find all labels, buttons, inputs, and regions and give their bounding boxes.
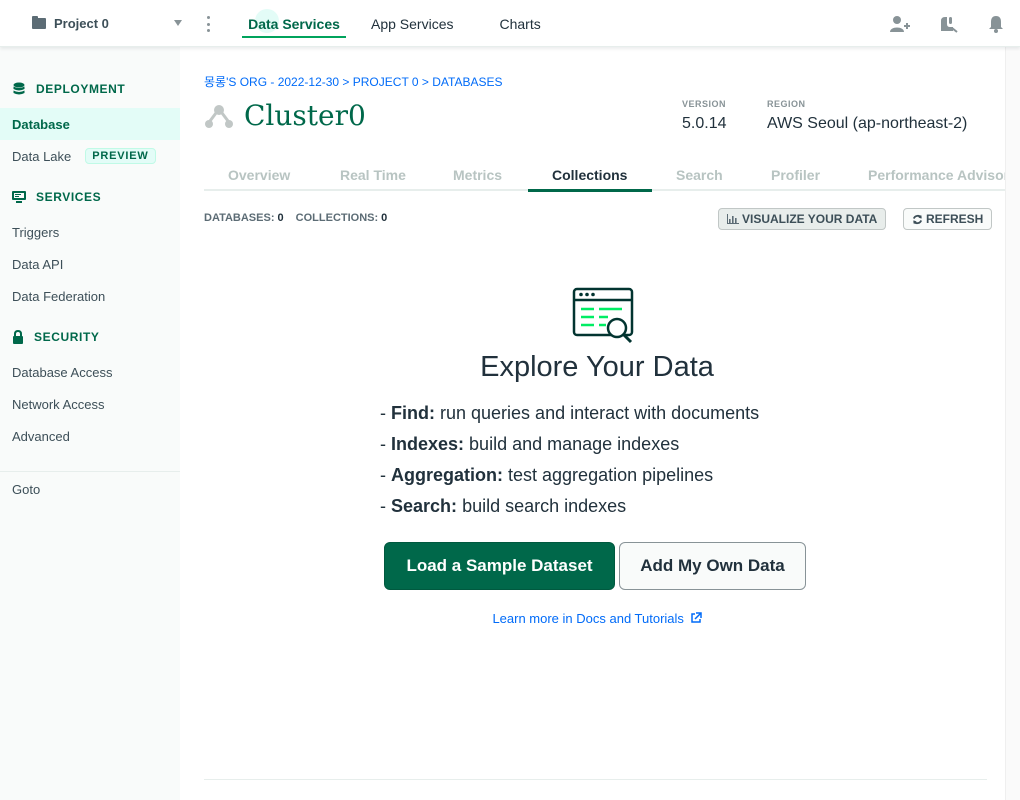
feature-text: test aggregation pipelines — [508, 465, 714, 485]
bar-chart-icon — [727, 214, 739, 224]
tab-app-services[interactable]: App Services — [371, 0, 453, 47]
cluster-icon — [205, 104, 233, 128]
feature-term: Aggregation: — [391, 465, 503, 485]
tab-profiler[interactable]: Profiler — [771, 167, 820, 183]
project-menu-kebab-icon[interactable] — [204, 15, 212, 33]
sidebar-item-label: Data Federation — [12, 288, 106, 304]
cluster-tabs: Overview Real Time Metrics Collections S… — [204, 159, 1014, 192]
refresh-button[interactable]: REFRESH — [903, 208, 993, 230]
sidebar-item-data-lake[interactable]: Data Lake PREVIEW — [0, 140, 180, 172]
feature-aggregation: - Aggregation: test aggregation pipeline… — [380, 465, 714, 485]
region-value: AWS Seoul (ap-northeast-2) — [767, 115, 968, 132]
feature-text: build and manage indexes — [469, 434, 680, 454]
cluster-header: Cluster0 — [204, 99, 366, 132]
cluster-name[interactable]: Cluster0 — [244, 99, 366, 132]
active-tab-indicator — [528, 189, 652, 192]
collections-count: 0 — [381, 212, 388, 224]
tab-search[interactable]: Search — [676, 167, 723, 183]
version-info: VERSION 5.0.14 — [682, 99, 726, 133]
project-selector[interactable]: Project 0 — [0, 0, 192, 47]
vertical-scrollbar[interactable] — [1005, 47, 1020, 800]
lock-icon — [13, 330, 23, 344]
left-sidebar: DEPLOYMENT Database Data Lake PREVIEW SE… — [0, 47, 180, 800]
sidebar-item-label: Database — [12, 116, 70, 132]
notifications-bell-icon[interactable] — [972, 0, 1020, 47]
sidebar-item-network-access[interactable]: Network Access — [0, 388, 180, 420]
empty-state-title: Explore Your Data — [480, 351, 714, 383]
feature-list: - Find: run queries and interact with do… — [380, 403, 759, 527]
preview-badge: PREVIEW — [85, 148, 156, 164]
sidebar-item-goto[interactable]: Goto — [0, 473, 180, 505]
feature-term: Indexes: — [391, 434, 465, 454]
tab-data-services[interactable]: Data Services — [242, 0, 346, 47]
sidebar-item-label: Advanced — [12, 428, 70, 444]
feature-search: - Search: build search indexes — [380, 496, 627, 516]
version-label: VERSION — [682, 99, 727, 109]
caret-down-icon — [174, 20, 182, 26]
visualize-data-label: VISUALIZE YOUR DATA — [742, 212, 878, 226]
add-my-own-data-button[interactable]: Add My Own Data — [619, 542, 806, 590]
activity-feed-icon[interactable] — [924, 0, 972, 47]
refresh-icon — [912, 214, 923, 224]
sidebar-section-deployment: DEPLOYMENT — [12, 82, 125, 96]
sidebar-item-advanced[interactable]: Advanced — [0, 420, 180, 452]
invite-user-icon[interactable] — [876, 0, 924, 47]
sidebar-item-database[interactable]: Database — [0, 108, 180, 140]
tab-collections[interactable]: Collections — [552, 167, 627, 183]
top-nav-tabs: Data Services App Services Charts — [242, 0, 541, 47]
visualize-data-button[interactable]: VISUALIZE YOUR DATA — [718, 208, 887, 230]
top-navigation-bar: Project 0 Data Services App Services Cha… — [0, 0, 1020, 47]
tab-performance-advisor[interactable]: Performance Advisor — [868, 167, 1009, 183]
top-right-icons — [876, 0, 1020, 47]
sidebar-item-label: Data API — [12, 256, 64, 272]
databases-count: 0 — [277, 212, 284, 224]
feature-find: - Find: run queries and interact with do… — [380, 403, 760, 423]
sidebar-item-triggers[interactable]: Triggers — [0, 216, 180, 248]
sidebar-section-label: SECURITY — [34, 330, 100, 344]
database-icon — [13, 82, 25, 95]
region-label: REGION — [767, 99, 806, 109]
feature-text: build search indexes — [462, 496, 627, 516]
bottom-divider — [204, 779, 987, 780]
learn-more-link[interactable]: Learn more in Docs and Tutorials — [180, 611, 1014, 626]
refresh-label: REFRESH — [926, 212, 984, 226]
load-sample-dataset-button[interactable]: Load a Sample Dataset — [384, 542, 615, 590]
sidebar-item-label: Data Lake — [12, 148, 72, 164]
breadcrumb[interactable]: 몽롱'S ORG - 2022-12-30 > PROJECT 0 > DATA… — [204, 73, 502, 90]
collection-counts: DATABASES: 0 COLLECTIONS: 0 — [204, 212, 396, 224]
services-icon — [12, 191, 26, 203]
tab-real-time[interactable]: Real Time — [340, 167, 406, 183]
sidebar-item-data-api[interactable]: Data API — [0, 248, 180, 280]
sidebar-section-security: SECURITY — [12, 330, 99, 344]
collections-count-label: COLLECTIONS: — [295, 212, 379, 224]
sidebar-section-label: SERVICES — [36, 190, 102, 204]
feature-term: Find: — [391, 403, 435, 423]
region-info: REGION AWS Seoul (ap-northeast-2) — [767, 99, 967, 133]
sidebar-section-services: SERVICES — [12, 190, 101, 204]
feature-term: Search: — [391, 496, 458, 516]
sidebar-item-label: Goto — [12, 481, 41, 497]
sidebar-item-label: Network Access — [12, 396, 105, 412]
project-name: Project 0 — [54, 16, 109, 31]
feature-indexes: - Indexes: build and manage indexes — [380, 434, 680, 454]
tab-overview[interactable]: Overview — [228, 167, 290, 183]
sidebar-item-database-access[interactable]: Database Access — [0, 356, 180, 388]
folder-icon — [32, 16, 46, 29]
explore-data-illustration-icon — [572, 287, 634, 344]
learn-more-label: Learn more in Docs and Tutorials — [492, 611, 684, 626]
sidebar-item-label: Database Access — [12, 364, 113, 380]
sidebar-item-data-federation[interactable]: Data Federation — [0, 280, 180, 312]
databases-count-label: DATABASES: — [204, 212, 275, 224]
main-content: 몽롱'S ORG - 2022-12-30 > PROJECT 0 > DATA… — [180, 47, 1020, 800]
tab-metrics[interactable]: Metrics — [453, 167, 502, 183]
sidebar-section-label: DEPLOYMENT — [36, 82, 126, 96]
feature-text: run queries and interact with documents — [440, 403, 760, 423]
tab-charts[interactable]: Charts — [499, 0, 540, 47]
external-link-icon — [690, 612, 702, 623]
sidebar-item-label: Triggers — [12, 224, 60, 240]
version-value: 5.0.14 — [682, 115, 727, 132]
sidebar-divider — [0, 471, 180, 472]
